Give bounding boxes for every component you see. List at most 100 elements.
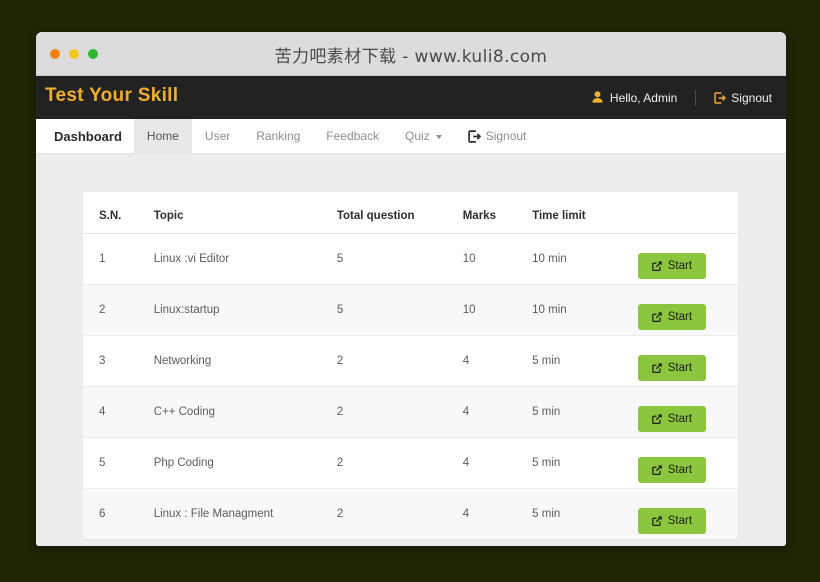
table-row: 1 Linux :vi Editor 5 10 10 min Start (83, 234, 738, 285)
table-header-row: S.N. Topic Total question Marks Time lim… (83, 192, 738, 234)
column-header-topic: Topic (146, 192, 329, 234)
quiz-panel: S.N. Topic Total question Marks Time lim… (83, 192, 738, 539)
cell-topic: Php Coding (146, 438, 329, 489)
nav-item-label: User (205, 129, 230, 143)
nav-item-label: Signout (486, 129, 527, 143)
cell-time-limit: 5 min (524, 438, 630, 489)
external-link-icon (652, 363, 662, 373)
cell-action: Start (630, 438, 738, 489)
start-button-label: Start (668, 515, 692, 527)
nav-brand-dashboard[interactable]: Dashboard (42, 119, 134, 153)
table-row: 2 Linux:startup 5 10 10 min Start (83, 285, 738, 336)
start-button[interactable]: Start (638, 304, 706, 330)
main-navbar: Dashboard Home User Ranking Feedback Qui… (36, 119, 786, 154)
column-header-sn: S.N. (83, 192, 146, 234)
window-title: 苦力吧素材下载 - www.kuli8.com (36, 42, 786, 67)
start-button[interactable]: Start (638, 508, 706, 534)
cell-topic: Linux : File Managment (146, 489, 329, 540)
signout-icon (468, 130, 481, 143)
start-button-label: Start (668, 362, 692, 374)
column-header-action (630, 192, 738, 234)
app-header: Test Your Skill Hello, Admin Signout (36, 76, 786, 119)
cell-total-question: 2 (329, 489, 455, 540)
start-button[interactable]: Start (638, 355, 706, 381)
cell-time-limit: 10 min (524, 234, 630, 285)
nav-item-label: Feedback (326, 129, 379, 143)
table-row: 5 Php Coding 2 4 5 min Start (83, 438, 738, 489)
nav-item-feedback[interactable]: Feedback (313, 119, 392, 153)
cell-time-limit: 5 min (524, 489, 630, 540)
external-link-icon (652, 465, 662, 475)
quiz-table-body: 1 Linux :vi Editor 5 10 10 min Start (83, 234, 738, 540)
cell-action: Start (630, 234, 738, 285)
cell-sn: 3 (83, 336, 146, 387)
cell-action: Start (630, 387, 738, 438)
header-divider (695, 90, 696, 106)
table-row: 3 Networking 2 4 5 min Start (83, 336, 738, 387)
external-link-icon (652, 414, 662, 424)
cell-time-limit: 10 min (524, 285, 630, 336)
cell-total-question: 2 (329, 336, 455, 387)
external-link-icon (652, 312, 662, 322)
cell-total-question: 2 (329, 387, 455, 438)
cell-marks: 4 (455, 336, 524, 387)
cell-marks: 10 (455, 285, 524, 336)
start-button[interactable]: Start (638, 406, 706, 432)
start-button-label: Start (668, 464, 692, 476)
app-brand: Test Your Skill (45, 85, 178, 107)
cell-sn: 4 (83, 387, 146, 438)
nav-item-signout[interactable]: Signout (455, 119, 540, 153)
cell-topic: Networking (146, 336, 329, 387)
cell-marks: 4 (455, 489, 524, 540)
cell-sn: 6 (83, 489, 146, 540)
cell-sn: 5 (83, 438, 146, 489)
browser-titlebar: 苦力吧素材下载 - www.kuli8.com (36, 32, 786, 76)
external-link-icon (652, 516, 662, 526)
cell-sn: 1 (83, 234, 146, 285)
cell-action: Start (630, 285, 738, 336)
column-header-marks: Marks (455, 192, 524, 234)
cell-marks: 4 (455, 438, 524, 489)
cell-time-limit: 5 min (524, 336, 630, 387)
cell-topic: C++ Coding (146, 387, 329, 438)
nav-item-label: Quiz (405, 129, 430, 143)
column-header-total-question: Total question (329, 192, 455, 234)
quiz-table: S.N. Topic Total question Marks Time lim… (83, 192, 738, 539)
cell-action: Start (630, 336, 738, 387)
nav-item-ranking[interactable]: Ranking (243, 119, 313, 153)
table-row: 6 Linux : File Managment 2 4 5 min Start (83, 489, 738, 540)
header-right-area: Hello, Admin Signout (592, 76, 772, 119)
cell-topic: Linux :vi Editor (146, 234, 329, 285)
start-button[interactable]: Start (638, 457, 706, 483)
cell-total-question: 5 (329, 234, 455, 285)
nav-item-user[interactable]: User (192, 119, 243, 153)
external-link-icon (652, 261, 662, 271)
cell-topic: Linux:startup (146, 285, 329, 336)
start-button-label: Start (668, 413, 692, 425)
start-button-label: Start (668, 311, 692, 323)
column-header-time-limit: Time limit (524, 192, 630, 234)
browser-window: 苦力吧素材下载 - www.kuli8.com Test Your Skill … (36, 32, 786, 546)
header-user: Hello, Admin (592, 91, 695, 105)
cell-time-limit: 5 min (524, 387, 630, 438)
chevron-down-icon (436, 135, 442, 139)
cell-marks: 4 (455, 387, 524, 438)
signout-icon (714, 92, 726, 104)
nav-item-label: Ranking (256, 129, 300, 143)
user-icon (592, 91, 603, 105)
nav-item-home[interactable]: Home (134, 119, 192, 153)
cell-action: Start (630, 489, 738, 540)
cell-total-question: 2 (329, 438, 455, 489)
cell-sn: 2 (83, 285, 146, 336)
nav-item-quiz[interactable]: Quiz (392, 119, 455, 153)
cell-total-question: 5 (329, 285, 455, 336)
header-greeting: Hello, Admin (610, 91, 677, 105)
start-button[interactable]: Start (638, 253, 706, 279)
cell-marks: 10 (455, 234, 524, 285)
table-row: 4 C++ Coding 2 4 5 min Start (83, 387, 738, 438)
header-signout-link[interactable]: Signout (714, 91, 772, 105)
nav-item-label: Home (147, 129, 179, 143)
header-signout-label: Signout (731, 91, 772, 105)
start-button-label: Start (668, 260, 692, 272)
page-content: S.N. Topic Total question Marks Time lim… (36, 154, 786, 546)
